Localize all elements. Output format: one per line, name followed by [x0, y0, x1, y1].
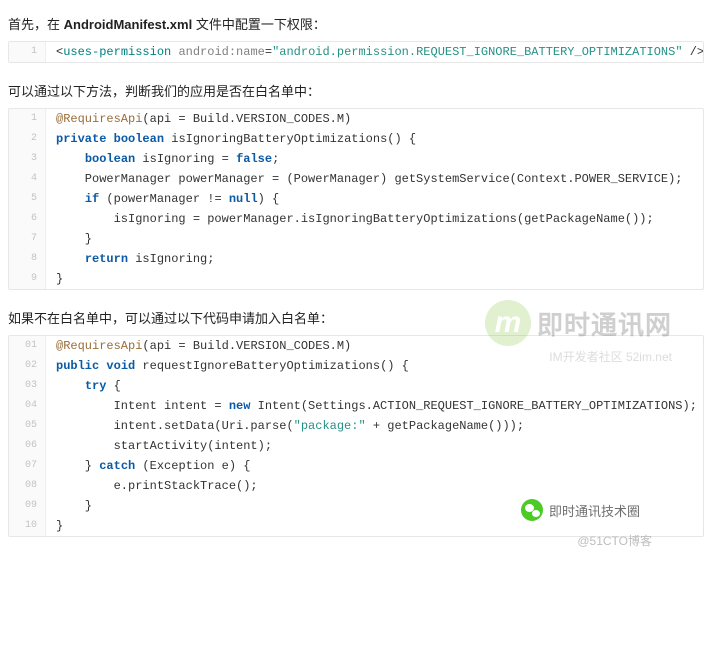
code-content: private boolean isIgnoringBatteryOptimiz…: [46, 129, 703, 149]
section-heading: 可以通过以下方法，判断我们的应用是否在白名单中：: [8, 81, 704, 100]
line-number: 01: [9, 336, 46, 356]
code-block: 01@RequiresApi(api = Build.VERSION_CODES…: [8, 335, 704, 537]
code-line: 02public void requestIgnoreBatteryOptimi…: [9, 356, 703, 376]
code-line: 5 if (powerManager != null) {: [9, 189, 703, 209]
code-line: 8 return isIgnoring;: [9, 249, 703, 269]
code-content: boolean isIgnoring = false;: [46, 149, 703, 169]
code-line: 04 Intent intent = new Intent(Settings.A…: [9, 396, 703, 416]
code-content: }: [46, 269, 703, 289]
line-number: 3: [9, 149, 46, 169]
line-number: 6: [9, 209, 46, 229]
line-number: 06: [9, 436, 46, 456]
code-line: 7 }: [9, 229, 703, 249]
line-number: 1: [9, 109, 46, 129]
code-content: isIgnoring = powerManager.isIgnoringBatt…: [46, 209, 703, 229]
code-line: 06 startActivity(intent);: [9, 436, 703, 456]
code-line: 07 } catch (Exception e) {: [9, 456, 703, 476]
code-content: }: [46, 496, 703, 516]
code-line: 01@RequiresApi(api = Build.VERSION_CODES…: [9, 336, 703, 356]
code-content: intent.setData(Uri.parse("package:" + ge…: [46, 416, 703, 436]
line-number: 02: [9, 356, 46, 376]
code-line: 1<uses-permission android:name="android.…: [9, 42, 703, 62]
code-line: 09 }: [9, 496, 703, 516]
code-line: 2private boolean isIgnoringBatteryOptimi…: [9, 129, 703, 149]
section-heading: 如果不在白名单中，可以通过以下代码申请加入白名单：: [8, 308, 704, 327]
code-content: @RequiresApi(api = Build.VERSION_CODES.M…: [46, 336, 703, 356]
code-content: if (powerManager != null) {: [46, 189, 703, 209]
code-line: 10}: [9, 516, 703, 536]
line-number: 05: [9, 416, 46, 436]
line-number: 08: [9, 476, 46, 496]
code-block: 1<uses-permission android:name="android.…: [8, 41, 704, 63]
code-content: return isIgnoring;: [46, 249, 703, 269]
line-number: 04: [9, 396, 46, 416]
code-content: }: [46, 229, 703, 249]
line-number: 07: [9, 456, 46, 476]
line-number: 9: [9, 269, 46, 289]
code-line: 08 e.printStackTrace();: [9, 476, 703, 496]
line-number: 1: [9, 42, 46, 62]
article-body: 首先，在 AndroidManifest.xml 文件中配置一下权限：1<use…: [8, 14, 704, 537]
code-content: }: [46, 516, 703, 536]
code-content: public void requestIgnoreBatteryOptimiza…: [46, 356, 703, 376]
line-number: 09: [9, 496, 46, 516]
code-line: 9}: [9, 269, 703, 289]
code-content: startActivity(intent);: [46, 436, 703, 456]
line-number: 03: [9, 376, 46, 396]
line-number: 2: [9, 129, 46, 149]
code-block: 1@RequiresApi(api = Build.VERSION_CODES.…: [8, 108, 704, 290]
code-line: 05 intent.setData(Uri.parse("package:" +…: [9, 416, 703, 436]
code-content: try {: [46, 376, 703, 396]
line-number: 4: [9, 169, 46, 189]
code-line: 4 PowerManager powerManager = (PowerMana…: [9, 169, 703, 189]
code-content: Intent intent = new Intent(Settings.ACTI…: [46, 396, 703, 416]
code-content: <uses-permission android:name="android.p…: [46, 42, 703, 62]
code-line: 03 try {: [9, 376, 703, 396]
code-line: 1@RequiresApi(api = Build.VERSION_CODES.…: [9, 109, 703, 129]
code-line: 6 isIgnoring = powerManager.isIgnoringBa…: [9, 209, 703, 229]
line-number: 5: [9, 189, 46, 209]
code-content: } catch (Exception e) {: [46, 456, 703, 476]
code-content: PowerManager powerManager = (PowerManage…: [46, 169, 703, 189]
line-number: 10: [9, 516, 46, 536]
code-content: @RequiresApi(api = Build.VERSION_CODES.M…: [46, 109, 703, 129]
code-line: 3 boolean isIgnoring = false;: [9, 149, 703, 169]
section-heading: 首先，在 AndroidManifest.xml 文件中配置一下权限：: [8, 14, 704, 33]
code-content: e.printStackTrace();: [46, 476, 703, 496]
line-number: 7: [9, 229, 46, 249]
line-number: 8: [9, 249, 46, 269]
